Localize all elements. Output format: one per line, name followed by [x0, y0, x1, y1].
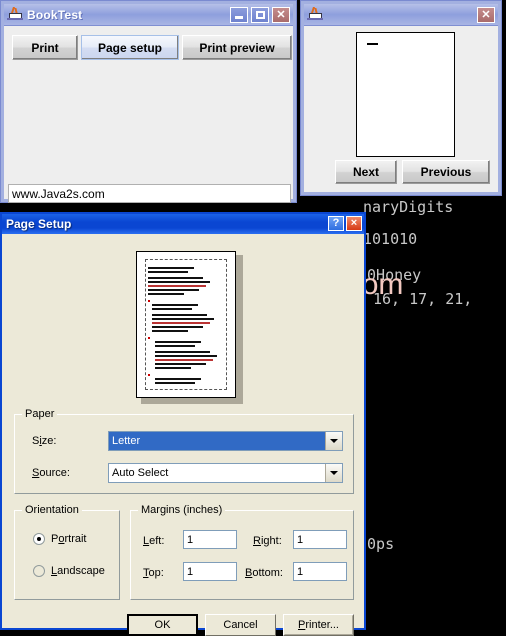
printer-button[interactable]: Printer... [283, 614, 354, 636]
margins-group: Margins (inches) Left: 1 Right: 1 Top: 1… [130, 504, 354, 600]
java-cup-icon [307, 7, 323, 22]
paper-size-value: Letter [109, 432, 325, 450]
window-controls: ✕ [230, 7, 290, 23]
paper-group: Paper Size: Letter Source: Auto Select [14, 408, 354, 494]
page-setup-titlebar[interactable]: Page Setup ? × [2, 214, 364, 234]
preview-page-text [367, 43, 378, 45]
print-button[interactable]: Print [12, 35, 78, 60]
orientation-portrait-label[interactable]: Portrait [51, 533, 86, 545]
next-button[interactable]: Next [335, 160, 397, 184]
page-thumbnail [136, 251, 236, 398]
paper-size-combo[interactable]: Letter [108, 431, 343, 451]
margin-left-field[interactable]: 1 [183, 530, 237, 549]
booktest-window-content: BookTest ✕ Print Page setup Print previe… [4, 4, 293, 203]
orientation-portrait-radio[interactable] [33, 533, 45, 545]
print-preview-content: ✕ Next Previous [304, 4, 498, 192]
paper-source-value: Auto Select [112, 467, 169, 479]
margin-top-label: Top: [143, 567, 164, 579]
java-cup-icon [7, 7, 23, 22]
preview-page [356, 32, 455, 157]
dialog-titlebar-buttons: ? × [328, 216, 362, 231]
page-setup-button[interactable]: Page setup [81, 35, 179, 60]
cancel-button[interactable]: Cancel [205, 614, 276, 636]
print-preview-button[interactable]: Print preview [182, 35, 292, 60]
help-icon[interactable]: ? [328, 216, 344, 231]
close-icon[interactable]: ✕ [272, 7, 290, 23]
window-controls: ✕ [477, 7, 495, 23]
page-setup-dialog: Page Setup ? × Paper Size: Letter Source… [0, 212, 366, 636]
chevron-down-icon[interactable] [325, 464, 342, 482]
console-line: naryDigits [363, 198, 454, 216]
margin-left-label: Left: [143, 535, 165, 547]
previous-button[interactable]: Previous [402, 160, 490, 184]
window-title: BookTest [27, 7, 83, 22]
ok-button[interactable]: OK [127, 614, 198, 636]
margin-bottom-field[interactable]: 1 [293, 562, 347, 581]
printer-button-label: Printer... [298, 619, 339, 631]
console-line: 101010 [363, 230, 418, 248]
dialog-title: Page Setup [6, 217, 72, 231]
orientation-group-label: Orientation [22, 504, 82, 516]
paper-size-label: Size: [32, 435, 57, 447]
close-icon[interactable]: × [346, 216, 362, 231]
status-text-field[interactable]: www.Java2s.com [8, 184, 291, 203]
maximize-icon[interactable] [251, 7, 269, 23]
margin-right-field[interactable]: 1 [293, 530, 347, 549]
preview-titlebar[interactable]: ✕ [304, 4, 498, 26]
orientation-group: Orientation Portrait Landscape [14, 504, 120, 600]
paper-source-combo[interactable]: Auto Select [108, 463, 343, 483]
page-setup-body: Paper Size: Letter Source: Auto Select O… [2, 234, 364, 636]
minimize-icon[interactable] [230, 7, 248, 23]
margin-bottom-label: Bottom: [245, 567, 283, 579]
margin-top-field[interactable]: 1 [183, 562, 237, 581]
paper-source-label: Source: [32, 467, 70, 479]
margin-right-label: Right: [253, 535, 282, 547]
margins-group-label: Margins (inches) [138, 504, 226, 516]
print-preview-window: ✕ Next Previous [300, 0, 502, 196]
booktest-titlebar[interactable]: BookTest ✕ [4, 4, 293, 26]
orientation-landscape-label[interactable]: Landscape [51, 565, 105, 577]
close-icon[interactable]: ✕ [477, 7, 495, 23]
orientation-landscape-radio[interactable] [33, 565, 45, 577]
booktest-window: BookTest ✕ Print Page setup Print previe… [0, 0, 297, 203]
chevron-down-icon[interactable] [325, 432, 342, 450]
paper-group-label: Paper [22, 408, 58, 420]
